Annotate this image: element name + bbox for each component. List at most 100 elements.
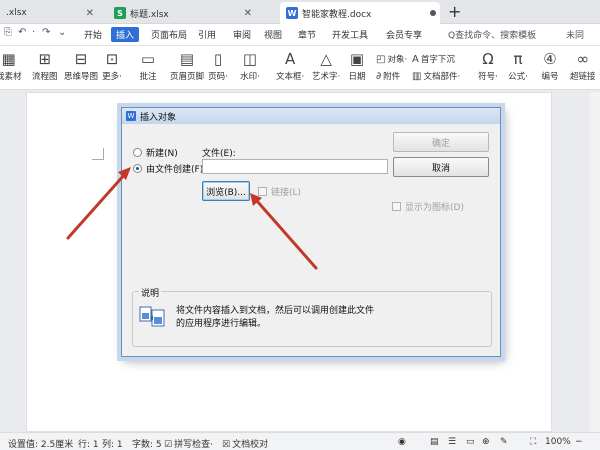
zoom-out-icon[interactable]: − (575, 437, 583, 447)
menu-view[interactable]: 视图 (264, 28, 282, 41)
menu-bar: ⎘ ↶ · ↷ ⌄ 开始 插入 页面布局 引用 审阅 视图 章节 开发工具 会员… (0, 24, 600, 46)
textbox-icon: A (284, 50, 296, 68)
write-view-icon[interactable]: ✎ (500, 437, 508, 447)
radio-dot (133, 148, 142, 157)
ribbon-formula[interactable]: π 公式· (508, 50, 528, 82)
tab-xlsx-1[interactable]: .xlsx ✕ (0, 2, 100, 24)
radio-create-new[interactable]: 新建(N) (133, 146, 178, 159)
ribbon-watermark[interactable]: ◫ 水印· (240, 50, 260, 82)
page-number-icon: ▯ (213, 50, 223, 68)
ribbon-symbol[interactable]: Ω 符号· (478, 50, 498, 82)
fit-page-icon[interactable]: ⛶ (530, 437, 536, 447)
wordart-icon: △ (320, 50, 332, 68)
ribbon-textbox[interactable]: A 文本框· (276, 50, 304, 82)
menu-review[interactable]: 审阅 (233, 28, 251, 41)
close-icon[interactable]: ✕ (244, 8, 252, 19)
command-search[interactable]: Q查找命令、搜索模板 (448, 28, 536, 41)
ribbon-wordart[interactable]: △ 艺术字· (312, 50, 340, 82)
ribbon-dropcap[interactable]: A 首字下沉 (412, 53, 455, 66)
menu-home[interactable]: 开始 (84, 28, 102, 41)
status-bar: 设置值: 2.5厘米 行: 1 列: 1 字数: 5 ☑ 拼写检查· ☒ 文档校对 … (0, 432, 600, 450)
ribbon-attachment[interactable]: ∂ 附件 (376, 70, 400, 83)
menu-chapter[interactable]: 章节 (298, 28, 316, 41)
unsaved-dot-icon[interactable] (430, 10, 436, 16)
page-view-icon[interactable]: ▤ (430, 437, 439, 447)
undo-icon[interactable]: ↶ (18, 27, 26, 38)
mindmap-icon: ⊟ (74, 50, 88, 68)
ribbon-comment[interactable]: ▭ 批注 (138, 50, 158, 82)
ribbon-materials[interactable]: ▦ 我素材 (0, 50, 22, 82)
checkbox-box (392, 202, 401, 211)
ribbon-doc-parts[interactable]: ▥ 文档部件· (412, 70, 460, 83)
link-checkbox[interactable]: 链接(L) (258, 185, 301, 198)
watermark-icon: ◫ (242, 50, 258, 68)
checkbox-icon: ☑ (164, 440, 173, 450)
materials-icon: ▦ (1, 50, 16, 68)
tab-xlsx-2[interactable]: S 标题.xlsx ✕ (108, 2, 258, 24)
tab-docx[interactable]: W 智能家教程.docx (280, 2, 440, 24)
menu-developer[interactable]: 开发工具 (332, 28, 368, 41)
outline-view-icon[interactable]: ☰ (448, 437, 456, 447)
insert-object-dialog: W 插入对象 新建(N) 由文件创建(F) 文件(E): 确定 取消 浏览(B)… (121, 107, 501, 357)
dialog-titlebar[interactable]: W 插入对象 (122, 108, 500, 124)
radio-dot-checked (133, 164, 142, 173)
cancel-button[interactable]: 取消 (393, 157, 489, 177)
ribbon-flowchart[interactable]: ⊞ 流程图 (32, 50, 58, 82)
calendar-icon: ▣ (349, 50, 365, 68)
link-icon: ∞ (576, 50, 590, 68)
status-col: 列: 1 (102, 440, 123, 450)
ok-button[interactable]: 确定 (393, 132, 489, 152)
vertical-scrollbar[interactable] (590, 92, 600, 432)
spell-check-toggle[interactable]: ☑ 拼写检查· (164, 437, 213, 450)
menu-member[interactable]: 会员专享 (386, 28, 422, 41)
radio-create-from-file[interactable]: 由文件创建(F) (133, 162, 203, 175)
status-margin: 设置值: 2.5厘米 (8, 440, 74, 450)
show-as-icon-checkbox[interactable]: 显示为图标(D) (392, 200, 464, 213)
web-view-icon[interactable]: ⊕ (482, 437, 490, 447)
pi-icon: π (513, 50, 523, 68)
tab-bar: .xlsx ✕ S 标题.xlsx ✕ W 智能家教程.docx + (0, 0, 600, 24)
ribbon-object[interactable]: ◰ 对象· (376, 53, 407, 66)
more-grid-icon: ⊡ (105, 50, 119, 68)
undo-dropdown-icon[interactable]: · (32, 27, 35, 38)
tab-label: 标题.xlsx (130, 9, 169, 20)
proof-icon: ☒ (222, 440, 231, 450)
file-path-input[interactable] (202, 159, 388, 174)
close-icon[interactable]: ✕ (86, 8, 94, 19)
dialog-title: 插入对象 (140, 112, 177, 123)
menu-page-layout[interactable]: 页面布局 (151, 28, 187, 41)
sync-status[interactable]: 未同 (566, 28, 584, 41)
object-icon: ◰ (376, 53, 386, 65)
paperclip-icon: ∂ (376, 70, 382, 82)
margin-corner-mark (92, 148, 104, 160)
menu-references[interactable]: 引用 (198, 28, 216, 41)
reading-view-icon[interactable]: ▭ (466, 437, 475, 447)
doc-proof-toggle[interactable]: ☒ 文档校对 (222, 437, 268, 450)
word-doc-icon: W (286, 7, 298, 19)
browse-button[interactable]: 浏览(B)... (202, 181, 250, 201)
omega-icon: Ω (482, 50, 494, 68)
tab-label: .xlsx (6, 8, 27, 18)
new-tab-button[interactable]: + (448, 2, 461, 21)
header-footer-icon: ▤ (179, 50, 195, 68)
menu-insert[interactable]: 插入 (111, 27, 140, 42)
ribbon-date[interactable]: ▣ 日期 (347, 50, 367, 82)
status-words[interactable]: 字数: 5 (132, 437, 162, 450)
file-icon[interactable]: ⎘ (4, 27, 12, 38)
ribbon-header-footer[interactable]: ▤ 页眉页脚 (170, 50, 204, 82)
eye-protection-icon[interactable]: ◉ (398, 437, 406, 447)
doc-parts-icon: ▥ (412, 70, 422, 82)
more-dropdown-icon[interactable]: ⌄ (58, 27, 66, 38)
ribbon-hyperlink[interactable]: ∞ 超链接 (570, 50, 596, 82)
ribbon-page-number[interactable]: ▯ 页码· (208, 50, 228, 82)
status-row: 行: 1 (78, 440, 99, 450)
ribbon-numbering[interactable]: ④ 编号 (540, 50, 560, 82)
ribbon-insert: ▦ 我素材 ⊞ 流程图 ⊟ 思维导图 ⊡ 更多· ▭ 批注 ▤ 页眉页脚 ▯ 页… (0, 46, 600, 90)
ribbon-mindmap[interactable]: ⊟ 思维导图 (64, 50, 98, 82)
ribbon-more[interactable]: ⊡ 更多· (102, 50, 122, 82)
file-label: 文件(E): (202, 149, 236, 159)
tab-label: 智能家教程.docx (302, 9, 372, 20)
redo-icon[interactable]: ↷ (42, 27, 50, 38)
description-text: 将文件内容插入到文档，然后可以调用创建此文件的应用程序进行编辑。 (176, 306, 375, 329)
zoom-level[interactable]: 100% (545, 437, 571, 447)
